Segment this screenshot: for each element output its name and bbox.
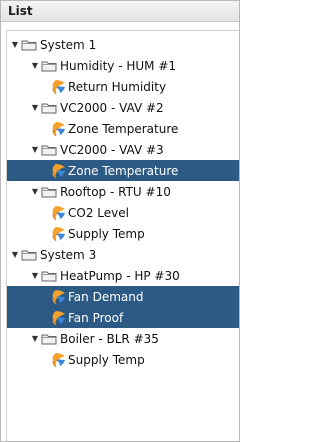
tree-item-label: Supply Temp [68, 226, 145, 241]
tree-item-label: Boiler - BLR #35 [60, 331, 159, 346]
tree-item-label: Zone Temperature [68, 163, 179, 178]
folder-icon [41, 333, 57, 345]
tree-point-row[interactable]: Supply Temp [7, 223, 239, 244]
folder-icon [41, 144, 57, 156]
tree-folder-row[interactable]: ▼ System 1 [7, 34, 239, 55]
tree-folder-row[interactable]: ▼ System 3 [7, 244, 239, 265]
tree-item-label: System 3 [40, 247, 97, 262]
folder-icon [41, 60, 57, 72]
point-icon [48, 352, 66, 368]
folder-icon [21, 39, 37, 51]
tree-point-row[interactable]: CO2 Level [7, 202, 239, 223]
tree-item-label: Supply Temp [68, 352, 145, 367]
tree-item-label: Fan Demand [68, 289, 144, 304]
tree-item-label: HeatPump - HP #30 [60, 268, 180, 283]
tree-item-label: Return Humidity [68, 79, 167, 94]
tree-item-label: VC2000 - VAV #3 [60, 142, 164, 157]
list-panel: List ▼ System 1 ▼ Humidity - HUM #1 Return H… [0, 0, 240, 442]
point-icon [48, 205, 66, 221]
tree-folder-row[interactable]: ▼ Rooftop - RTU #10 [7, 181, 239, 202]
triangle-down-icon[interactable]: ▼ [10, 40, 20, 50]
point-icon [48, 226, 66, 242]
tree-folder-row[interactable]: ▼ VC2000 - VAV #3 [7, 139, 239, 160]
tree-item-label: System 1 [40, 37, 97, 52]
folder-icon [41, 270, 57, 282]
panel-title: List [1, 1, 239, 22]
tree-point-row[interactable]: Return Humidity [7, 76, 239, 97]
tree-point-row[interactable]: Fan Demand [7, 286, 239, 307]
point-icon [48, 310, 66, 326]
tree-item-label: Rooftop - RTU #10 [60, 184, 171, 199]
triangle-down-icon[interactable]: ▼ [30, 145, 40, 155]
point-icon [48, 121, 66, 137]
tree-folder-row[interactable]: ▼ Humidity - HUM #1 [7, 55, 239, 76]
tree-item-label: Humidity - HUM #1 [60, 58, 177, 73]
tree-item-label: Fan Proof [68, 310, 124, 325]
triangle-down-icon[interactable]: ▼ [30, 334, 40, 344]
point-icon [48, 163, 66, 179]
folder-icon [41, 186, 57, 198]
tree-item-label: VC2000 - VAV #2 [60, 100, 164, 115]
tree-point-row[interactable]: Fan Proof [7, 307, 239, 328]
tree-item-label: CO2 Level [68, 205, 129, 220]
tree-point-row[interactable]: Zone Temperature [7, 118, 239, 139]
tree-folder-row[interactable]: ▼ HeatPump - HP #30 [7, 265, 239, 286]
triangle-down-icon[interactable]: ▼ [30, 61, 40, 71]
tree-point-row[interactable]: Supply Temp [7, 349, 239, 370]
triangle-down-icon[interactable]: ▼ [30, 271, 40, 281]
folder-icon [41, 102, 57, 114]
point-icon [48, 289, 66, 305]
tree-view[interactable]: ▼ System 1 ▼ Humidity - HUM #1 Return Humidi… [6, 30, 239, 441]
tree-folder-row[interactable]: ▼ VC2000 - VAV #2 [7, 97, 239, 118]
folder-icon [21, 249, 37, 261]
tree-item-label: Zone Temperature [68, 121, 179, 136]
point-icon [48, 79, 66, 95]
tree-point-row[interactable]: Zone Temperature [7, 160, 239, 181]
triangle-down-icon[interactable]: ▼ [30, 187, 40, 197]
triangle-down-icon[interactable]: ▼ [30, 103, 40, 113]
tree-folder-row[interactable]: ▼ Boiler - BLR #35 [7, 328, 239, 349]
triangle-down-icon[interactable]: ▼ [10, 250, 20, 260]
